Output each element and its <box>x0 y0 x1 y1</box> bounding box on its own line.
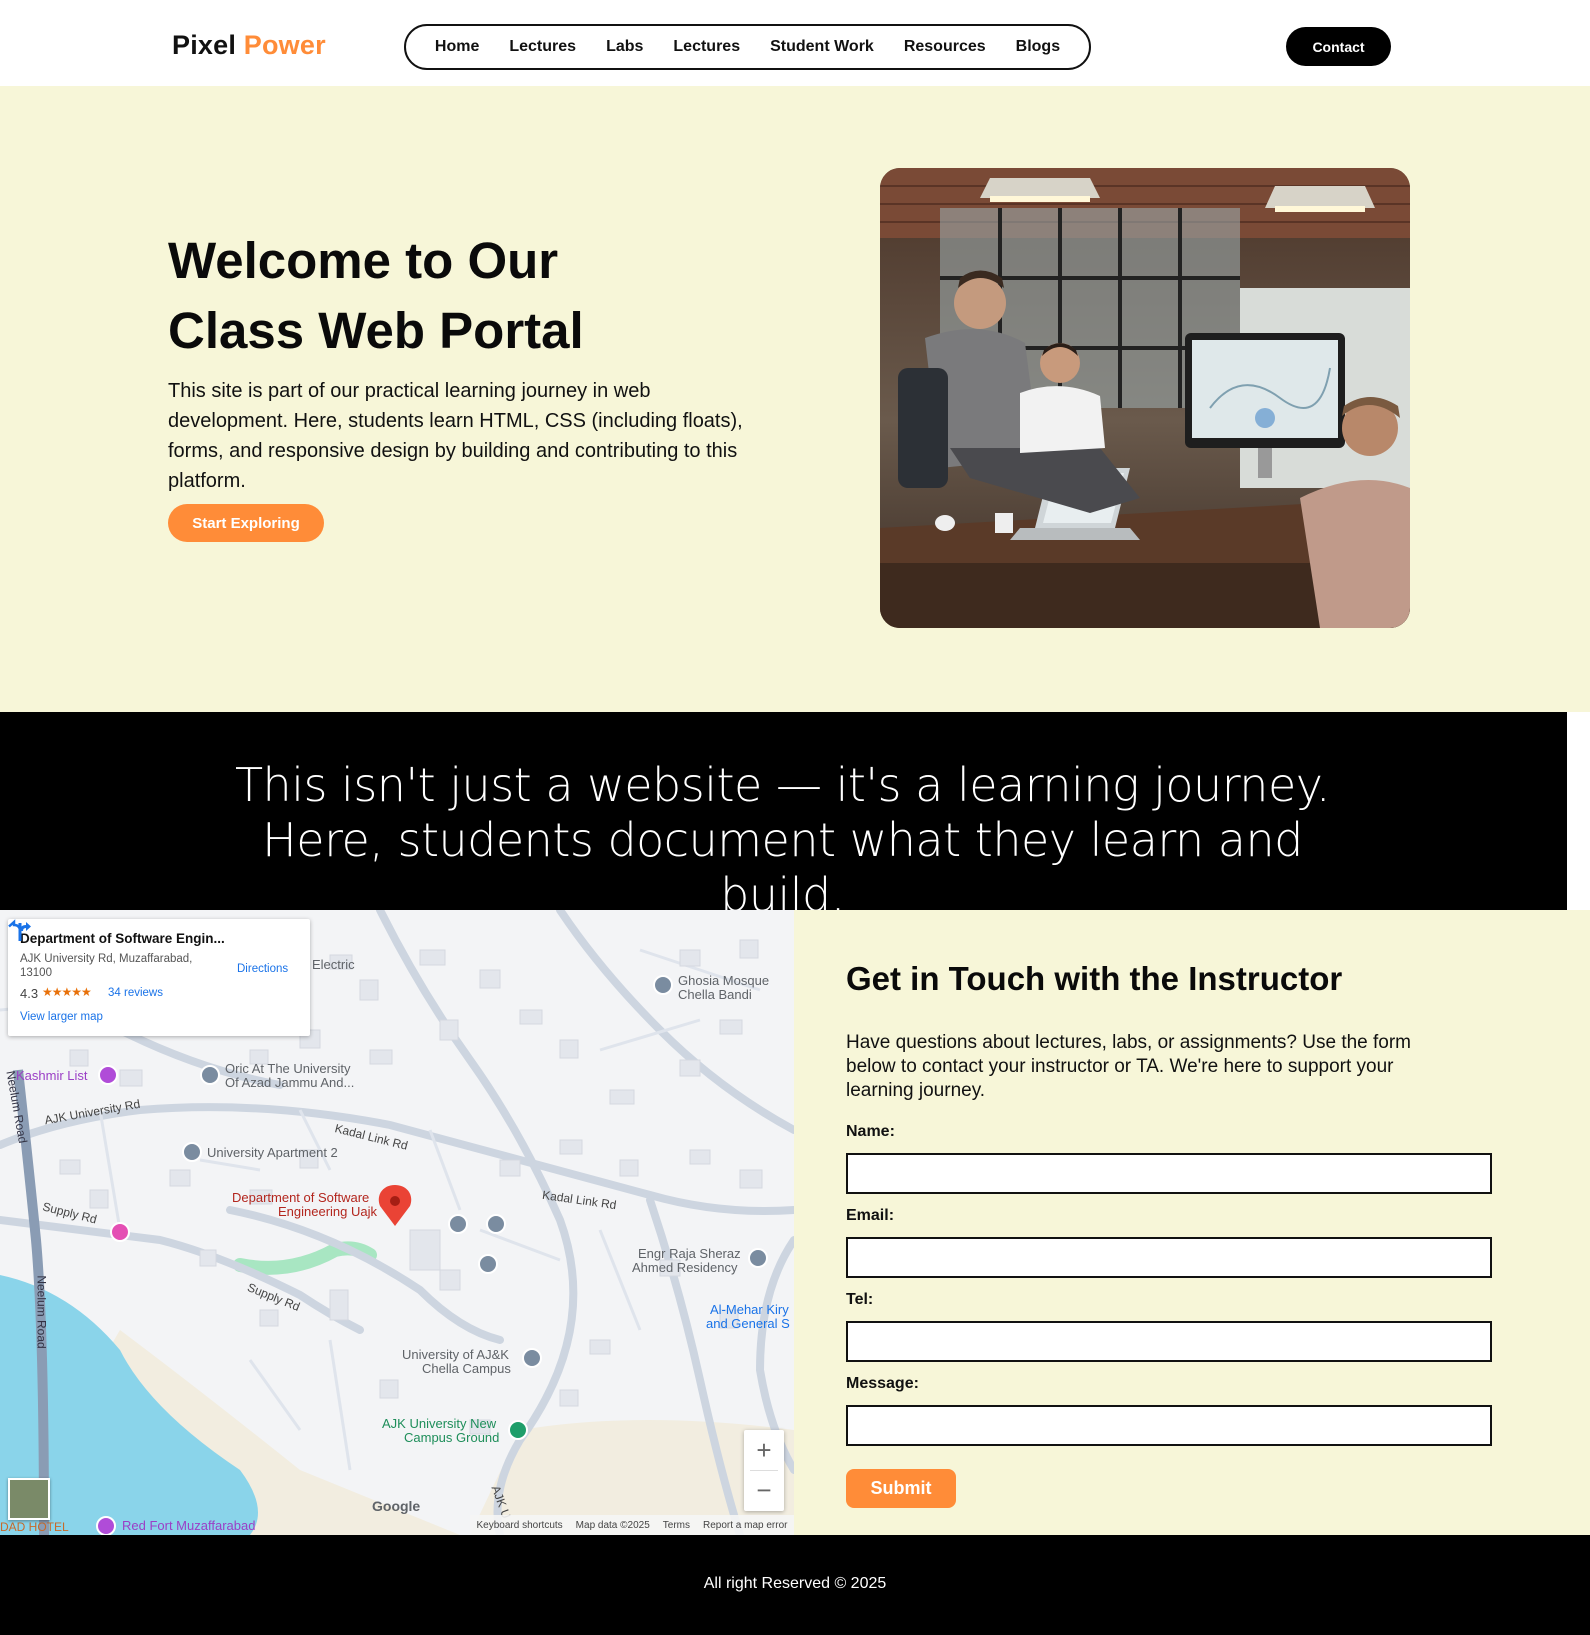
keyboard-shortcuts-link[interactable]: Keyboard shortcuts <box>477 1520 563 1531</box>
site-logo[interactable]: Pixel Power <box>172 30 326 61</box>
hero-section: Welcome to Our Class Web Portal This sit… <box>0 86 1590 712</box>
copyright-text: All right Reserved © 2025 <box>703 1575 887 1592</box>
label-oric-2: Of Azad Jammu And... <box>225 1075 355 1090</box>
label-almehar-2: and General S <box>706 1316 790 1331</box>
directions-icon[interactable] <box>8 919 32 943</box>
report-map-error-link[interactable]: Report a map error <box>703 1520 787 1531</box>
label-chella-2: Chella Campus <box>422 1361 511 1376</box>
main-nav: Home Lectures Labs Lectures Student Work… <box>404 24 1091 70</box>
terms-link[interactable]: Terms <box>663 1520 690 1531</box>
nav-home[interactable]: Home <box>435 38 479 56</box>
label-chella-1: University of AJ&K <box>402 1347 509 1362</box>
label-oric-1: Oric At The University <box>225 1061 351 1076</box>
label-uni-apt: University Apartment 2 <box>207 1145 338 1160</box>
embedded-map[interactable]: Electric Ghosia Mosque Chella Bandi Kash… <box>0 910 794 1535</box>
tel-label: Tel: <box>846 1291 874 1308</box>
map-zoom-controls: + − <box>744 1430 784 1511</box>
zoom-in-button[interactable]: + <box>744 1430 784 1470</box>
label-neelum-2: Neelum Road <box>34 1275 49 1349</box>
directions-link[interactable]: Directions <box>237 963 288 975</box>
banner-quote: This isn't just a website — it's a learn… <box>234 758 1331 922</box>
nav-labs[interactable]: Labs <box>606 38 643 56</box>
hero-title: Welcome to Our Class Web Portal <box>168 226 668 366</box>
form-description: Have questions about lectures, labs, or … <box>846 1032 1412 1101</box>
message-field[interactable] <box>846 1405 1492 1446</box>
view-larger-map-link[interactable]: View larger map <box>20 1011 103 1023</box>
hero-title-line1: Welcome to Our <box>168 232 559 289</box>
nav-blogs[interactable]: Blogs <box>1016 38 1060 56</box>
zoom-out-button[interactable]: − <box>744 1470 784 1510</box>
map-reviews-link[interactable]: 34 reviews <box>108 987 163 999</box>
map-data-text: Map data ©2025 <box>575 1519 650 1531</box>
label-electric: Electric <box>312 957 355 972</box>
contact-button[interactable]: Contact <box>1286 27 1391 66</box>
label-ground-1: AJK University New <box>382 1416 497 1431</box>
label-ghosia-1: Ghosia Mosque <box>678 973 770 988</box>
label-engr-2: Ahmed Residency <box>632 1260 738 1275</box>
email-label: Email: <box>846 1207 895 1224</box>
hero-title-line2: Class Web Portal <box>168 302 584 359</box>
map-rating: 4.3 <box>20 986 39 1001</box>
label-engr-1: Engr Raja Sheraz <box>638 1246 741 1261</box>
google-logo: Google <box>372 1498 421 1514</box>
label-ghosia-2: Chella Bandi <box>678 987 752 1002</box>
map-info-card: Department of Software Engin... AJK Univ… <box>8 919 310 1036</box>
nav-lectures[interactable]: Lectures <box>509 38 576 56</box>
label-hotel: DAD HOTEL <box>0 1520 69 1534</box>
contact-form-section: Get in Touch with the Instructor Have qu… <box>794 910 1590 1535</box>
map-place-title: Department of Software Engin... <box>20 931 225 946</box>
start-exploring-button[interactable]: Start Exploring <box>168 504 324 542</box>
zoom-divider <box>750 1470 778 1471</box>
quote-banner: This isn't just a website — it's a learn… <box>0 712 1567 922</box>
map-place-address: AJK University Rd, Muzaffarabad, 13100 <box>20 953 193 979</box>
logo-part2: Power <box>243 30 326 60</box>
label-dept-2: Engineering Uajk <box>278 1204 378 1219</box>
label-ground-2: Campus Ground <box>404 1430 500 1445</box>
submit-button[interactable]: Submit <box>846 1469 956 1508</box>
satellite-toggle[interactable] <box>8 1478 50 1520</box>
tel-field[interactable] <box>846 1321 1492 1362</box>
email-field[interactable] <box>846 1237 1492 1278</box>
site-header: Pixel Power Home Lectures Labs Lectures … <box>0 0 1590 86</box>
label-almehar-1: Al-Mehar Kiry <box>710 1302 789 1317</box>
map-footer: Keyboard shortcuts Map data ©2025 Terms … <box>470 1515 794 1535</box>
form-title: Get in Touch with the Instructor <box>846 960 1343 997</box>
nav-student-work[interactable]: Student Work <box>770 38 874 56</box>
label-redfort: Red Fort Muzaffarabad <box>122 1518 256 1533</box>
name-field[interactable] <box>846 1153 1492 1194</box>
logo-part1: Pixel <box>172 30 237 60</box>
hero-image <box>880 168 1410 628</box>
map-rating-stars: ★★★★★ <box>42 985 92 999</box>
nav-resources[interactable]: Resources <box>904 38 986 56</box>
nav-lectures-2[interactable]: Lectures <box>673 38 740 56</box>
site-footer: All right Reserved © 2025 <box>0 1535 1590 1635</box>
hero-description: This site is part of our practical learn… <box>168 380 743 492</box>
message-label: Message: <box>846 1375 919 1392</box>
label-dept-1: Department of Software <box>232 1190 370 1205</box>
label-kashmir: Kashmir List <box>16 1068 88 1083</box>
name-label: Name: <box>846 1123 895 1140</box>
